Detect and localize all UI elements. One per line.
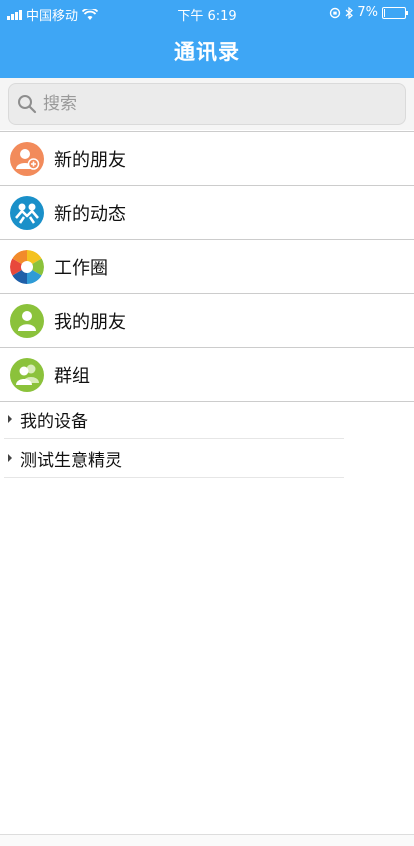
menu-item-work-circle[interactable]: 工作圈 (0, 240, 414, 294)
tab-bar (0, 835, 414, 846)
battery-icon (382, 6, 408, 19)
search-icon (18, 95, 37, 114)
group-label: 我的设备 (20, 411, 88, 432)
friend-groups: 我的设备 测试生意精灵 (4, 400, 344, 478)
expand-arrow-icon (8, 454, 12, 462)
menu-item-groups[interactable]: 群组 (0, 348, 414, 402)
group-row-test[interactable]: 测试生意精灵 (4, 439, 344, 478)
menu-item-label: 工作圈 (54, 257, 108, 279)
group-label: 测试生意精灵 (20, 450, 122, 471)
orientation-lock-icon (330, 7, 341, 18)
menu-item-new-feed[interactable]: 新的动态 (0, 186, 414, 240)
add-friend-icon (10, 141, 44, 176)
header-bar: 中国移动 下午 6:19 7% 通讯录 (0, 0, 414, 78)
menu-item-label: 新的朋友 (54, 149, 126, 171)
menu-item-label: 新的动态 (54, 203, 126, 225)
search-section (0, 78, 414, 130)
status-bar: 中国移动 下午 6:19 7% (0, 0, 414, 26)
search-input[interactable] (41, 93, 385, 115)
expand-arrow-icon (8, 415, 12, 423)
people-feed-icon (10, 195, 44, 230)
group-row-my-devices[interactable]: 我的设备 (4, 400, 344, 439)
menu-item-label: 群组 (54, 365, 90, 387)
search-box[interactable] (8, 83, 406, 125)
menu-item-new-friends[interactable]: 新的朋友 (0, 132, 414, 186)
menu-item-label: 我的朋友 (54, 311, 126, 333)
page-title: 通讯录 (174, 40, 240, 64)
bluetooth-icon (345, 6, 354, 19)
group-icon (10, 357, 44, 392)
contact-menu: 新的朋友 新的动态 工作圈 我的朋友 群组 (0, 131, 414, 402)
person-icon (10, 303, 44, 338)
menu-item-my-friends[interactable]: 我的朋友 (0, 294, 414, 348)
battery-percent: 7% (357, 5, 378, 20)
aperture-icon (10, 249, 44, 284)
battery-fill (384, 8, 385, 17)
